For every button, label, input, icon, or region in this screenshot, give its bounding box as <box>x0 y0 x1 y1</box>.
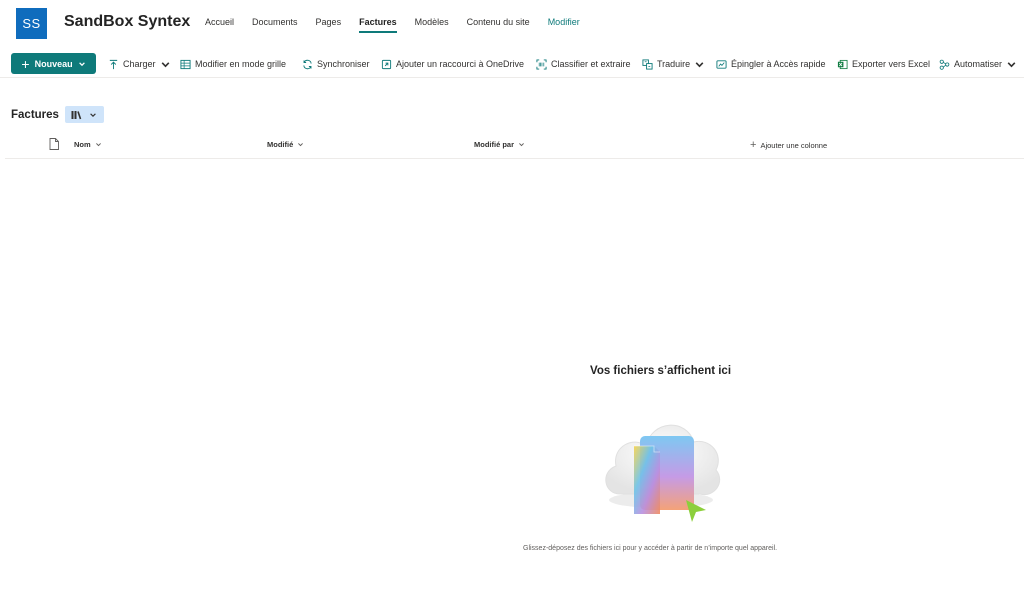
command-bar: + Nouveau Charger Modifier en mode grill… <box>0 50 1024 78</box>
upload-icon <box>109 59 118 69</box>
empty-state-hint: Glissez-déposez des fichiers ici pour y … <box>523 545 778 552</box>
column-modified[interactable]: Modifié <box>267 140 304 149</box>
classify-extract-button[interactable]: Classifier et extraire <box>536 57 631 71</box>
shortcut-icon <box>381 59 392 69</box>
library-view-icon <box>71 110 82 119</box>
nav-contenu-du-site[interactable]: Contenu du site <box>467 17 530 33</box>
sync-button[interactable]: Synchroniser <box>302 57 370 71</box>
chevron-down-icon <box>95 143 101 147</box>
classify-icon <box>536 58 547 70</box>
new-button-label: Nouveau <box>34 58 73 69</box>
grid-edit-button[interactable]: Modifier en mode grille <box>180 57 286 71</box>
column-modified-by-label: Modifié par <box>474 140 515 149</box>
plus-icon: + <box>750 139 757 151</box>
automate-label: Automatiser <box>954 59 1003 69</box>
upload-label: Charger <box>123 59 156 69</box>
nav-accueil[interactable]: Accueil <box>205 17 234 33</box>
chevron-down-icon <box>90 112 97 117</box>
classify-extract-label: Classifier et extraire <box>551 59 631 69</box>
column-modified-label: Modifié <box>267 140 294 149</box>
upload-button[interactable]: Charger <box>108 57 171 71</box>
chevron-down-icon <box>1007 61 1016 67</box>
column-name-label: Nom <box>74 140 91 149</box>
library-title: Factures <box>11 108 59 121</box>
automate-button[interactable]: Automatiser <box>939 57 1017 71</box>
sync-icon <box>303 59 312 69</box>
new-button[interactable]: + Nouveau <box>11 53 96 74</box>
column-modified-by[interactable]: Modifié par <box>474 140 525 149</box>
chevron-down-icon <box>519 143 524 147</box>
pin-icon <box>716 59 727 69</box>
nav-pages[interactable]: Pages <box>316 17 342 33</box>
plus-icon: + <box>21 55 30 72</box>
nav-documents[interactable]: Documents <box>252 17 298 33</box>
export-excel-label: Exporter vers Excel <box>852 59 931 69</box>
library-title-row: Factures <box>11 106 104 123</box>
nav-factures[interactable]: Factures <box>359 17 397 33</box>
column-name[interactable]: Nom <box>74 140 102 149</box>
translate-icon <box>642 58 653 70</box>
add-column-button[interactable]: + Ajouter une colonne <box>750 140 827 151</box>
site-nav: Accueil Documents Pages Factures Modèles… <box>205 17 598 33</box>
pin-quick-access-label: Épingler à Accès rapide <box>731 59 826 69</box>
site-title[interactable]: SandBox Syntex <box>64 13 190 31</box>
upload-cloud-illustration <box>605 424 721 522</box>
site-logo[interactable]: SS <box>16 8 47 39</box>
empty-state-title: Vos fichiers s’affichent ici <box>590 365 732 377</box>
file-type-column[interactable] <box>49 138 59 150</box>
onedrive-shortcut-label: Ajouter un raccourci à OneDrive <box>396 59 525 69</box>
add-column-label: Ajouter une colonne <box>760 141 828 150</box>
pin-quick-access-button[interactable]: Épingler à Accès rapide <box>716 57 826 71</box>
translate-button[interactable]: Traduire <box>642 57 705 71</box>
nav-modifier-link[interactable]: Modifier <box>548 17 580 33</box>
view-switcher[interactable] <box>64 106 104 123</box>
chevron-down-icon <box>78 61 85 66</box>
chevron-down-icon <box>695 61 704 67</box>
excel-icon <box>837 59 848 69</box>
sync-label: Synchroniser <box>317 59 370 69</box>
chevron-down-icon <box>298 143 304 147</box>
translate-label: Traduire <box>657 59 691 69</box>
onedrive-shortcut-button[interactable]: Ajouter un raccourci à OneDrive <box>381 57 524 71</box>
grid-icon <box>180 59 191 69</box>
chevron-down-icon <box>161 61 169 67</box>
column-header-row: Nom Modifié Modifié par + Ajouter une co… <box>5 135 1024 159</box>
grid-edit-label: Modifier en mode grille <box>195 59 287 69</box>
site-header: SS SandBox Syntex Accueil Documents Page… <box>0 0 1024 46</box>
export-excel-button[interactable]: Exporter vers Excel <box>837 57 930 71</box>
nav-modeles[interactable]: Modèles <box>415 17 449 33</box>
automate-icon <box>939 59 950 70</box>
file-type-icon <box>49 138 59 150</box>
